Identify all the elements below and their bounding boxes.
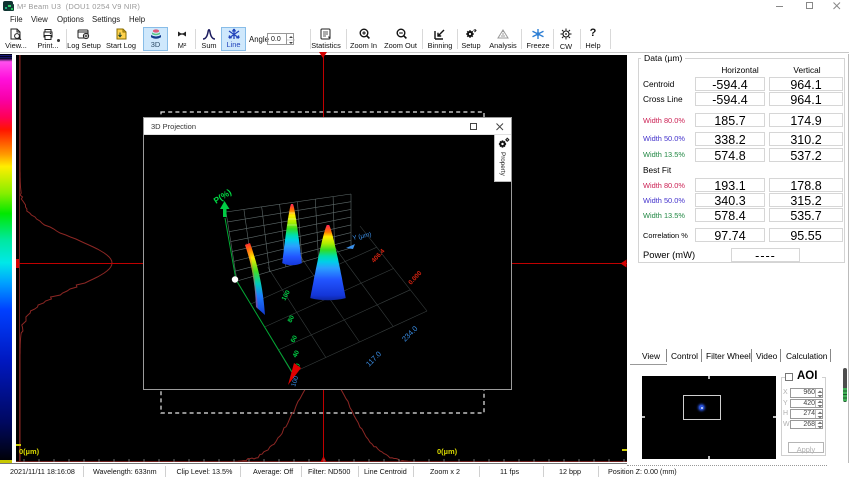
svg-text:406.4: 406.4 (370, 248, 386, 265)
svg-text:117.0: 117.0 (364, 349, 383, 368)
svg-text:Y (µm): Y (µm) (352, 231, 372, 242)
svg-text:60: 60 (290, 334, 300, 344)
svg-text:P(%): P(%) (212, 187, 234, 206)
svg-text:0.000: 0.000 (407, 270, 423, 287)
svg-text:80: 80 (287, 314, 297, 324)
svg-text:40: 40 (292, 349, 302, 359)
svg-text:100: 100 (281, 289, 292, 302)
svg-text:234.0: 234.0 (400, 324, 419, 343)
